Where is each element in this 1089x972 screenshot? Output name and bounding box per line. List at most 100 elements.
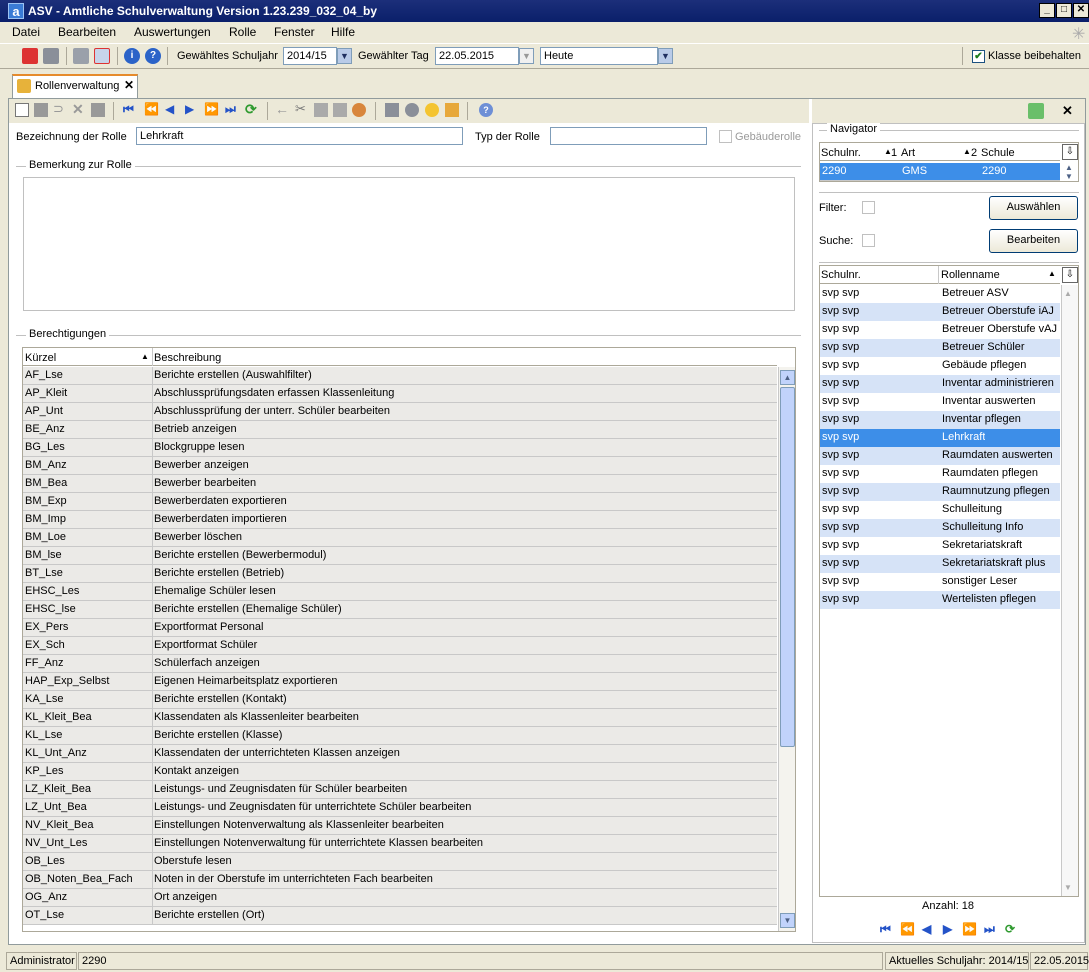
bearbeiten-button[interactable]: Bearbeiten [989, 229, 1078, 253]
maximize-button[interactable]: □ [1056, 3, 1072, 18]
table-row[interactable]: NV_Kleit_Bea Einstellungen Notenverwaltun… [23, 817, 777, 835]
menu-auswertungen[interactable]: Auswertungen [134, 25, 211, 39]
scroll-up-icon[interactable]: ▲ [1064, 289, 1072, 298]
minimize-button[interactable]: _ [1039, 3, 1055, 18]
tag-field[interactable]: 22.05.2015 [435, 47, 519, 65]
list-item[interactable]: svp svp Inventar administrieren [820, 375, 1060, 393]
close-tab-icon[interactable]: ✕ [124, 78, 134, 92]
column-chooser-icon[interactable]: ⇩ [1062, 144, 1078, 160]
table-row[interactable]: BM_Imp Bewerberdaten importieren [23, 511, 777, 529]
last-record-icon[interactable]: ⏭ [984, 922, 995, 937]
table-row[interactable]: EX_Pers Exportformat Personal [23, 619, 777, 637]
refresh-icon[interactable]: ⟳ [245, 102, 259, 117]
table-row[interactable]: KL_Kleit_Bea Klassendaten als Klassenleit… [23, 709, 777, 727]
list-item[interactable]: svp svp Raumnutzung pflegen [820, 483, 1060, 501]
table-row[interactable]: 2290 GMS 2290 [820, 163, 1060, 181]
table-row[interactable]: NV_Unt_Les Einstellungen Notenverwaltung … [23, 835, 777, 853]
print-icon[interactable] [385, 103, 399, 117]
list-item[interactable]: svp svp Sekretariatskraft [820, 537, 1060, 555]
fast-forward-icon[interactable]: ⏩ [204, 103, 219, 117]
scroll-thumb[interactable] [780, 387, 795, 747]
table-row[interactable]: BG_Les Blockgruppe lesen [23, 439, 777, 457]
list-item[interactable]: svp svp Betreuer Oberstufe iAJ [820, 303, 1060, 321]
menu-fenster[interactable]: Fenster [274, 25, 315, 39]
menu-rolle[interactable]: Rolle [229, 25, 256, 39]
table-row[interactable]: BT_Lse Berichte erstellen (Betrieb) [23, 565, 777, 583]
close-panel-icon[interactable]: ✕ [1062, 103, 1073, 119]
list-item[interactable]: svp svp Inventar auswerten [820, 393, 1060, 411]
table-row[interactable]: BM_Exp Bewerberdaten exportieren [23, 493, 777, 511]
table-row[interactable]: LZ_Unt_Bea Leistungs- und Zeugnisdaten fü… [23, 799, 777, 817]
table-row[interactable]: EHSC_Les Ehemalige Schüler lesen [23, 583, 777, 601]
menu-datei[interactable]: Datei [12, 25, 40, 39]
comment-icon[interactable] [91, 103, 105, 117]
calculator-icon[interactable] [43, 48, 59, 64]
table-row[interactable]: KL_Lse Berichte erstellen (Klasse) [23, 727, 777, 745]
tab-rollenverwaltung[interactable]: Rollenverwaltung ✕ [12, 74, 138, 98]
table-row[interactable]: KL_Unt_Anz Klassendaten der unterrichtete… [23, 745, 777, 763]
lightbulb-icon[interactable] [425, 103, 439, 117]
list-item[interactable]: svp svp Gebäude pflegen [820, 357, 1060, 375]
table-row[interactable]: BM_Anz Bewerber anzeigen [23, 457, 777, 475]
window-icon[interactable] [94, 48, 110, 64]
prev-record-icon[interactable]: ◀ [922, 922, 931, 936]
table-row[interactable]: OT_Lse Berichte erstellen (Ort) [23, 907, 777, 925]
chevron-down-icon[interactable]: ▼ [337, 48, 352, 64]
list-item[interactable]: svp svp Betreuer Schüler [820, 339, 1060, 357]
users-icon[interactable] [352, 103, 366, 117]
delete-icon[interactable]: ✕ [72, 102, 86, 117]
table-row[interactable]: OG_Anz Ort anzeigen [23, 889, 777, 907]
schuljahr-select[interactable]: 2014/15 [283, 47, 337, 65]
close-window-button[interactable]: ✕ [1073, 3, 1089, 18]
prev-record-icon[interactable]: ◀ [165, 103, 179, 117]
column-header-schulnr[interactable]: Schulnr. [821, 269, 861, 281]
auswaehlen-button[interactable]: Auswählen [989, 196, 1078, 220]
roles-scrollbar[interactable]: ▲ ▼ [1061, 285, 1078, 896]
sync-icon[interactable] [1028, 103, 1044, 119]
save-icon[interactable] [34, 103, 48, 117]
list-item[interactable]: svp svp Schulleitung Info [820, 519, 1060, 537]
column-header-beschreibung[interactable]: Beschreibung [154, 352, 221, 364]
table-row[interactable]: OB_Noten_Bea_Fach Noten in der Oberstufe … [23, 871, 777, 889]
chevron-down-icon[interactable]: ▼ [519, 48, 534, 64]
table-row[interactable]: AF_Lse Berichte erstellen (Auswahlfilter) [23, 367, 777, 385]
info-icon[interactable]: i [124, 48, 140, 64]
brush-icon[interactable] [445, 103, 459, 117]
chevron-down-icon[interactable]: ▼ [658, 48, 673, 64]
column-header-kuerzel[interactable]: Kürzel [25, 352, 56, 364]
list-item[interactable]: svp svp sonstiger Leser [820, 573, 1060, 591]
table-row[interactable]: OB_Les Oberstufe lesen [23, 853, 777, 871]
permissions-scrollbar[interactable]: ▲ ▼ [778, 367, 795, 931]
list-item[interactable]: svp svp Lehrkraft [820, 429, 1060, 447]
book-icon[interactable] [22, 48, 38, 64]
scroll-down-icon[interactable]: ▼ [780, 913, 795, 928]
list-item[interactable]: svp svp Schulleitung [820, 501, 1060, 519]
table-row[interactable]: EX_Sch Exportformat Schüler [23, 637, 777, 655]
table-row[interactable]: BM_Bea Bewerber bearbeiten [23, 475, 777, 493]
cut-icon[interactable]: ✂ [295, 102, 309, 117]
gebaeuderolle-checkbox[interactable] [719, 130, 732, 143]
copy-window-icon[interactable] [73, 48, 89, 64]
scroll-up-icon[interactable]: ▲ [780, 370, 795, 385]
table-row[interactable]: LZ_Kleit_Bea Leistungs- und Zeugnisdaten … [23, 781, 777, 799]
list-item[interactable]: svp svp Raumdaten auswerten [820, 447, 1060, 465]
table-row[interactable]: FF_Anz Schülerfach anzeigen [23, 655, 777, 673]
next-record-icon[interactable]: ▶ [185, 103, 199, 117]
column-chooser-icon[interactable]: ⇩ [1062, 267, 1078, 283]
new-icon[interactable] [15, 103, 29, 117]
undo-icon[interactable]: ⊃ [53, 102, 67, 117]
table-row[interactable]: KA_Lse Berichte erstellen (Kontakt) [23, 691, 777, 709]
heute-select[interactable]: Heute [540, 47, 658, 65]
column-header-rollenname[interactable]: Rollenname [941, 269, 1000, 281]
scroll-down-icon[interactable]: ▼ [1064, 883, 1072, 892]
table-row[interactable]: KP_Les Kontakt anzeigen [23, 763, 777, 781]
bemerkung-textarea[interactable] [23, 177, 795, 311]
preview-icon[interactable] [405, 103, 419, 117]
table-row[interactable]: AP_Kleit Abschlussprüfungsdaten erfassen … [23, 385, 777, 403]
refresh-icon[interactable]: ⟳ [1005, 922, 1015, 936]
table-row[interactable]: AP_Unt Abschlussprüfung der unterr. Schül… [23, 403, 777, 421]
table-row[interactable]: EHSC_lse Berichte erstellen (Ehemalige Sc… [23, 601, 777, 619]
column-header-art[interactable]: Art [901, 147, 915, 159]
list-item[interactable]: svp svp Inventar pflegen [820, 411, 1060, 429]
list-item[interactable]: svp svp Sekretariatskraft plus [820, 555, 1060, 573]
